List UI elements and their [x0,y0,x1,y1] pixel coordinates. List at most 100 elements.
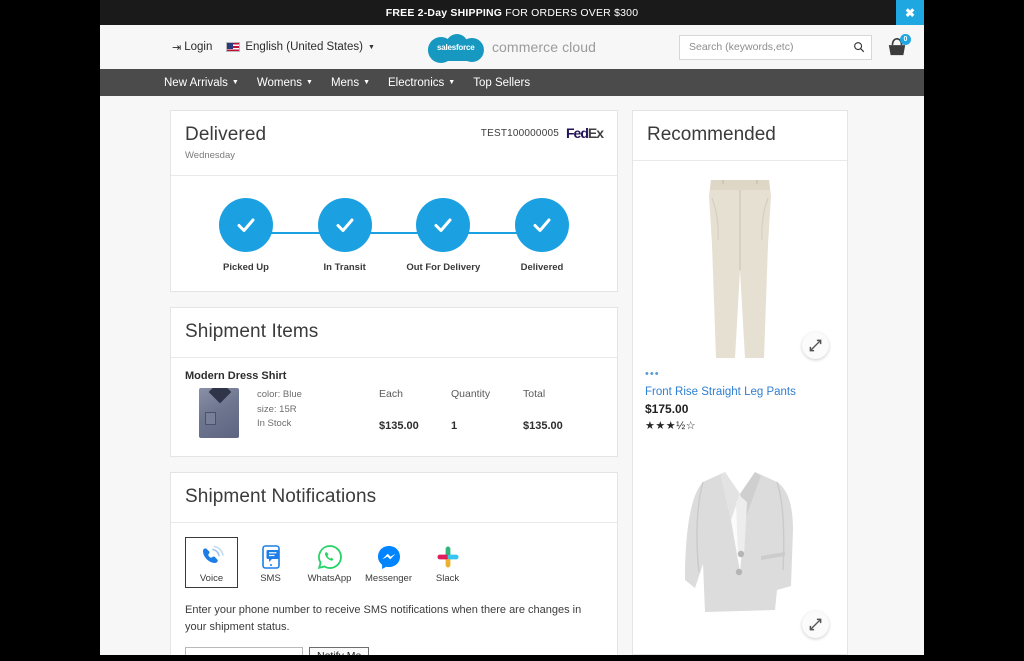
fedex-logo: FedEx [566,125,603,141]
gray-suit-jacket-image[interactable] [645,450,835,646]
header-left-group: ⇥ Login English (United States) ▼ [172,41,375,54]
shipment-notifications-header: Shipment Notifications [171,473,617,523]
tracker-step-label: In Transit [300,262,390,273]
nav-item-top-sellers[interactable]: Top Sellers [473,77,530,89]
channel-label: Messenger [365,573,412,584]
shipment-notifications-card: Shipment Notifications [170,472,618,655]
nav-item-label: Mens [331,77,359,89]
chevron-down-icon: ▼ [448,79,455,86]
nav-item-womens[interactable]: Womens ▼ [257,77,313,89]
item-each-price: $135.00 [379,420,451,432]
phone-number-input[interactable] [185,647,303,655]
slack-icon [424,542,471,572]
column-header: Each [379,388,451,400]
facebook-messenger-icon [365,542,412,572]
chevron-down-icon: ▼ [232,79,239,86]
brand-logo[interactable]: salesforce commerce cloud [428,34,596,60]
fedex-logo-ex: Ex [588,125,603,141]
utility-header: ⇥ Login English (United States) ▼ salesf… [100,25,924,69]
channel-voice[interactable]: Voice [185,537,238,588]
column-each: Each $135.00 [379,388,451,438]
close-icon[interactable]: ✖ [896,0,924,25]
expand-icon[interactable] [802,611,829,638]
item-detail-row: color: Blue size: 15R In Stock Each $135… [185,388,603,438]
expand-icon[interactable] [802,332,829,359]
language-selector[interactable]: English (United States) ▼ [226,41,375,53]
brand-text: commerce cloud [492,39,596,55]
fedex-logo-fed: Fed [566,125,588,141]
chevron-down-icon: ▼ [368,44,375,51]
list-item [633,440,847,654]
product-rating-stars: ★★★½☆ [645,419,835,432]
shipment-items-header: Shipment Items [171,308,617,358]
shipment-notifications-title: Shipment Notifications [185,486,603,508]
channel-messenger[interactable]: Messenger [362,537,415,588]
promo-banner-text: FREE 2-Day SHIPPING FOR ORDERS OVER $300 [386,7,639,19]
salesforce-wordmark: salesforce [437,43,475,52]
voice-call-icon [188,542,235,572]
product-price: $175.00 [645,402,835,416]
channel-sms[interactable]: SMS [244,537,297,588]
product-color-swatches[interactable]: ••• [645,369,835,380]
tracker-step-out-for-delivery: Out For Delivery [398,198,488,273]
notifications-description: Enter your phone number to receive SMS n… [185,602,585,635]
recommended-column: Recommended [632,110,848,655]
channel-label: Voice [188,573,235,584]
item-name: Modern Dress Shirt [185,370,603,382]
promo-banner-rest: FOR ORDERS OVER $300 [502,7,638,19]
cart-count-badge: 0 [900,34,911,45]
product-name-link[interactable]: Front Rise Straight Leg Pants [645,385,835,400]
language-label: English (United States) [245,41,363,53]
tracking-info: TEST100000005 FedEx [481,125,603,141]
notification-channels: Voice [185,537,603,588]
item-color: color: Blue [257,388,379,403]
column-quantity: Quantity 1 [451,388,523,438]
search-icon[interactable] [853,41,865,53]
recommended-title: Recommended [647,124,833,146]
cart-icon[interactable]: 0 [886,37,908,57]
tracker-step-label: Picked Up [201,262,291,273]
column-header: Quantity [451,388,523,400]
promo-banner: FREE 2-Day SHIPPING FOR ORDERS OVER $300… [100,0,924,25]
channel-label: SMS [247,573,294,584]
us-flag-icon [226,42,240,52]
nav-item-label: Electronics [388,77,444,89]
recommended-card: Recommended [632,110,848,655]
salesforce-cloud-icon: salesforce [428,34,486,60]
nav-item-mens[interactable]: Mens ▼ [331,77,370,89]
check-icon [416,198,470,252]
nav-item-new-arrivals[interactable]: New Arrivals ▼ [164,77,239,89]
browser-viewport: FREE 2-Day SHIPPING FOR ORDERS OVER $300… [100,0,924,655]
shipment-progress-tracker: Picked Up In Transit Out For Delivery [171,176,617,291]
page-content: Delivered Wednesday TEST100000005 FedEx … [100,96,924,655]
tracker-step-label: Out For Delivery [398,262,488,273]
column-total: Total $135.00 [523,388,595,438]
shipment-items-card: Shipment Items Modern Dress Shirt color:… [170,307,618,457]
column-header: Total [523,388,595,400]
check-icon [515,198,569,252]
search-input[interactable] [689,41,853,53]
promo-banner-bold: FREE 2-Day SHIPPING [386,7,502,19]
channel-whatsapp[interactable]: WhatsApp [303,537,356,588]
recommended-header: Recommended [633,111,847,161]
nav-item-electronics[interactable]: Electronics ▼ [388,77,455,89]
notify-me-button[interactable]: Notify Me [309,647,369,655]
sms-icon [247,542,294,572]
item-total: $135.00 [523,420,595,432]
login-link[interactable]: ⇥ Login [172,41,212,54]
channel-slack[interactable]: Slack [421,537,474,588]
channel-label: WhatsApp [306,573,353,584]
login-label: Login [184,41,212,53]
table-row: Modern Dress Shirt color: Blue size: 15R… [171,358,617,456]
tracker-step-in-transit: In Transit [300,198,390,273]
header-right-group: 0 [679,35,908,60]
khaki-pants-image[interactable] [645,171,835,367]
delivery-day: Wednesday [185,150,603,161]
dress-shirt-thumbnail[interactable] [199,388,239,438]
tracker-step-delivered: Delivered [497,198,587,273]
check-icon [318,198,372,252]
search-box[interactable] [679,35,872,60]
item-attributes: color: Blue size: 15R In Stock [257,388,379,438]
channel-label: Slack [424,573,471,584]
notifications-body: Voice [171,523,617,655]
